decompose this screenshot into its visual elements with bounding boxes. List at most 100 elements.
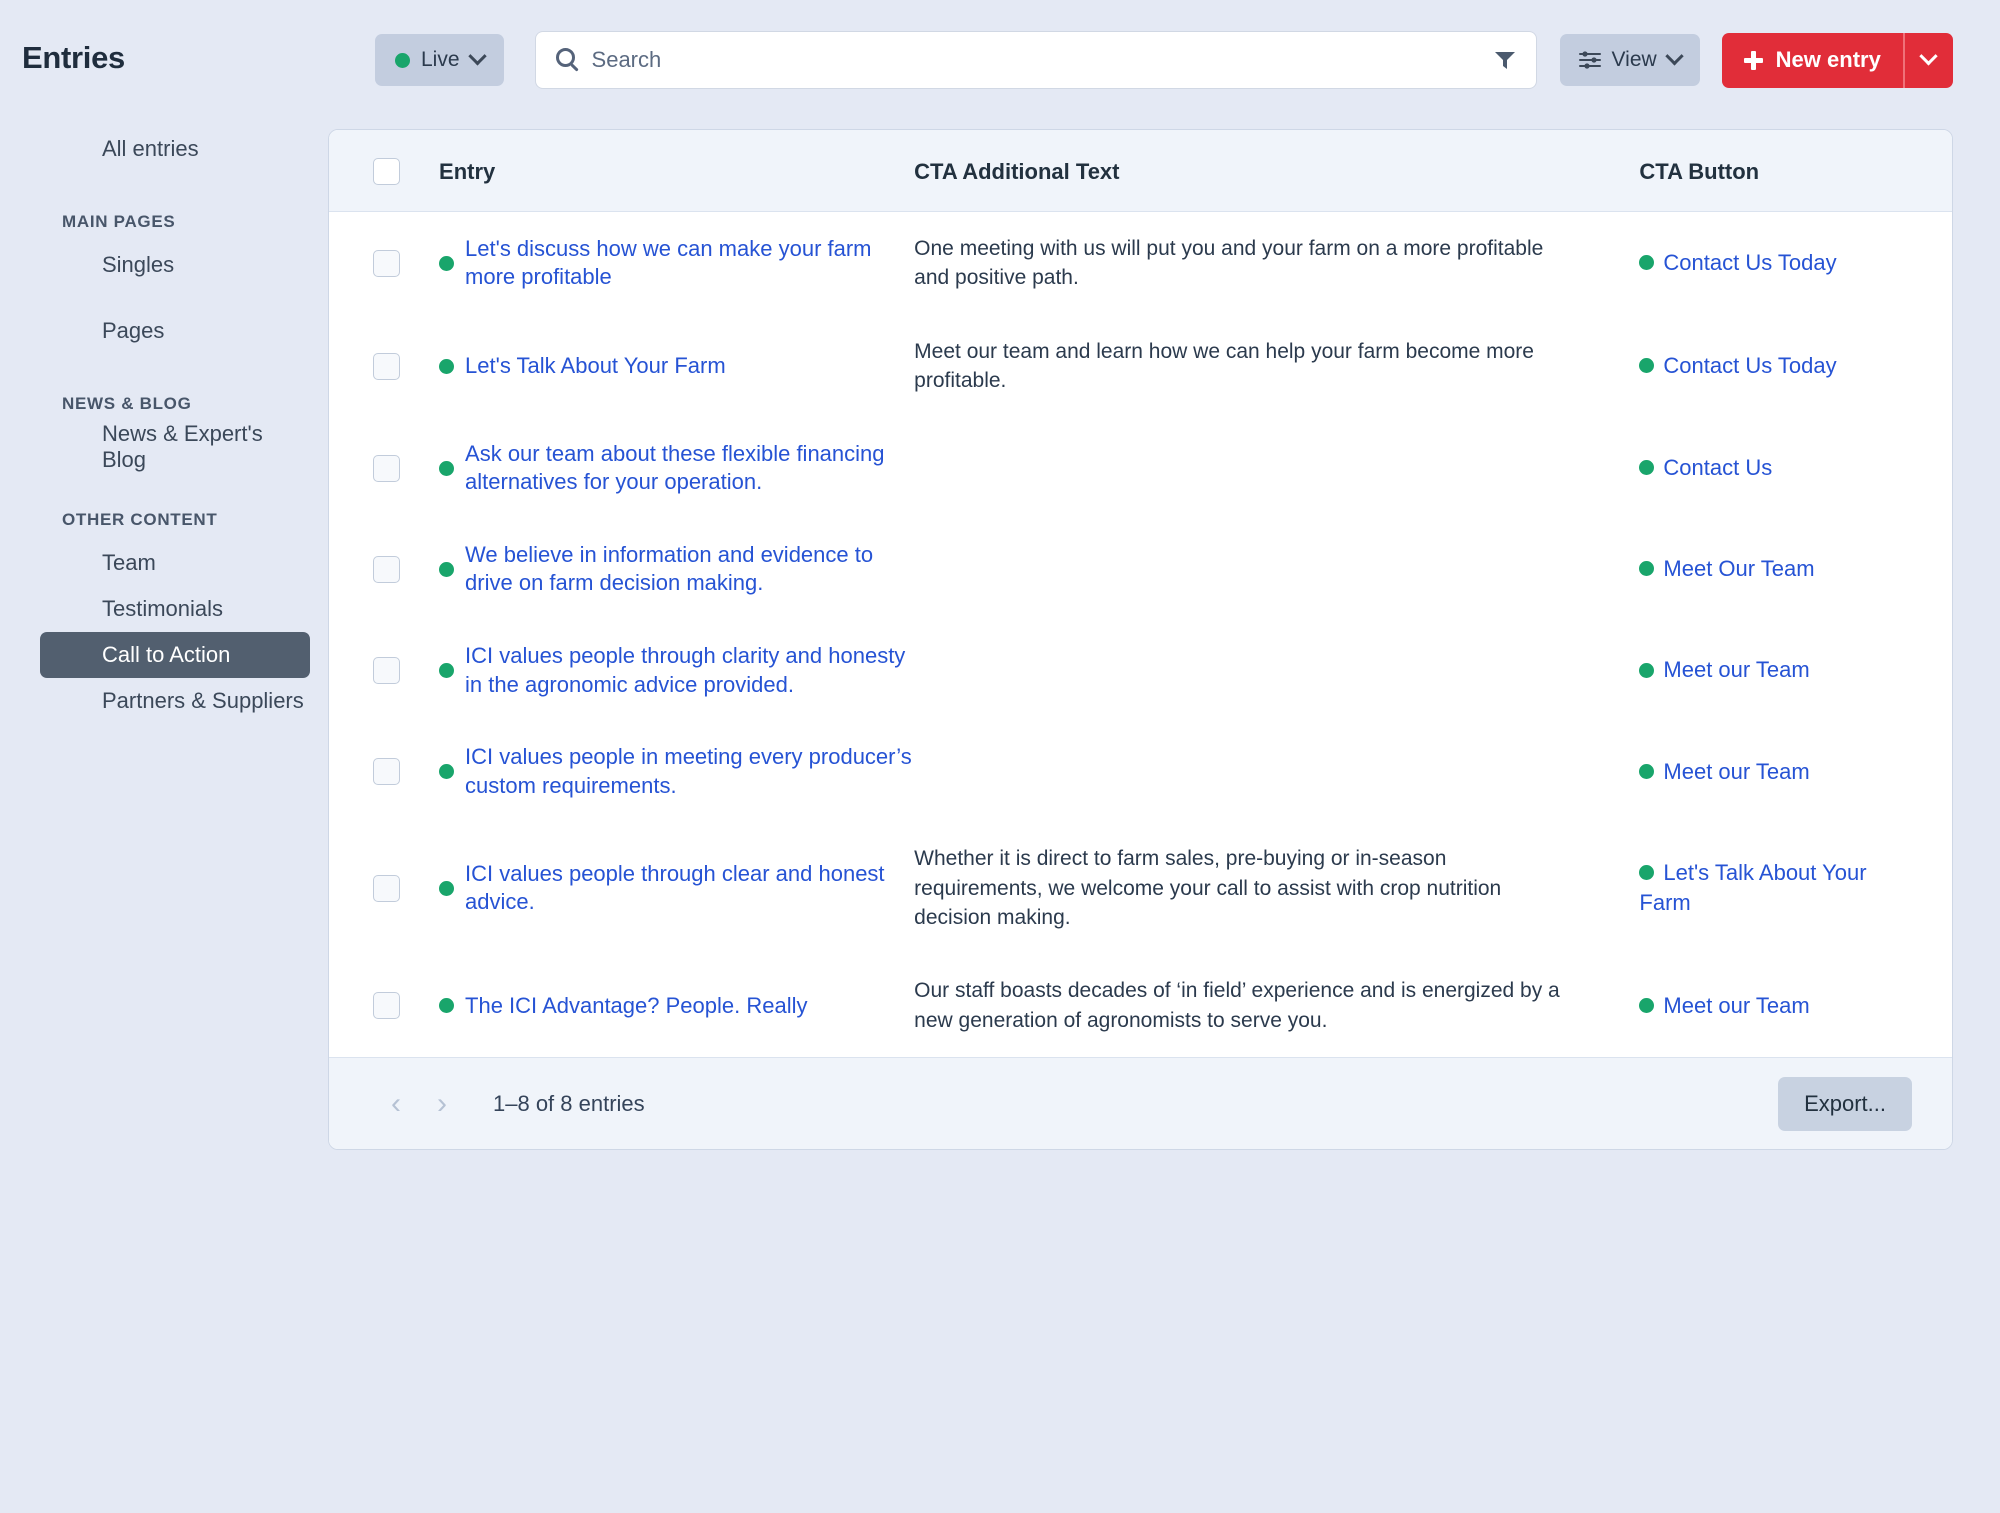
cta-button-label: Let's Talk About Your Farm [1639,860,1867,916]
search-input[interactable] [591,47,1442,73]
export-button[interactable]: Export... [1778,1076,1912,1131]
row-select-cell [329,519,439,620]
sidebar-item-all-entries[interactable]: All entries [40,126,310,172]
table-row: ICI values people through clarity and ho… [329,619,1952,722]
entry-cell: ICI values people through clarity and ho… [439,620,914,721]
new-entry-button-group: New entry [1721,32,1953,88]
entry-title-link[interactable]: ICI values people through clear and hone… [465,860,914,917]
sidebar-item-partners-suppliers[interactable]: Partners & Suppliers [40,678,310,724]
cta-button-cell: Meet our Team [1639,620,1952,721]
column-header-cta-button[interactable]: CTA Button [1639,130,1952,212]
prev-page-button[interactable]: ‹ [373,1087,419,1121]
entry-title-link[interactable]: Ask our team about these flexible financ… [465,440,914,497]
row-checkbox[interactable] [373,454,400,482]
row-checkbox[interactable] [373,758,400,786]
cta-button-link[interactable]: Contact Us Today [1639,353,1837,378]
table-footer: ‹ › 1–8 of 8 entries Export... [329,1057,1952,1150]
row-checkbox[interactable] [373,555,400,583]
cta-button-link[interactable]: Contact Us [1639,455,1772,480]
entry-title-link[interactable]: Let's Talk About Your Farm [465,352,726,381]
entries-table-card: Entry CTA Additional Text CTA Button Let… [328,129,1953,1151]
cta-button-link[interactable]: Meet our Team [1639,758,1810,784]
row-checkbox[interactable] [373,874,400,902]
cta-button-link[interactable]: Meet Our Team [1639,556,1815,581]
chevron-down-icon [467,46,487,65]
view-button[interactable]: View [1559,34,1700,86]
search-icon [555,48,575,67]
cta-button-cell: Meet our Team [1639,721,1952,822]
row-checkbox[interactable] [373,992,400,1020]
table-row: ICI values people in meeting every produ… [329,721,1952,823]
entry-status-dot-icon [439,255,455,271]
row-checkbox[interactable] [373,249,400,277]
row-checkbox[interactable] [373,657,400,685]
cta-additional-text-paragraph: Our staff boasts decades of ‘in field’ e… [914,979,1560,1032]
page-title: Entries [22,40,125,75]
cta-additional-text-paragraph: Whether it is direct to farm sales, pre-… [914,847,1502,930]
entry-title-link[interactable]: Let's discuss how we can make your farm … [465,235,914,292]
cta-additional-text-paragraph: One meeting with us will put you and you… [914,237,1544,290]
sidebar-heading-other-content: OTHER CONTENT [62,510,218,529]
cta-button-link[interactable]: Let's Talk About Your Farm [1639,860,1867,916]
cta-status-dot-icon [1639,460,1655,476]
column-header-cta-additional-text[interactable]: CTA Additional Text [914,130,1640,212]
cta-button-label: Contact Us Today [1663,353,1837,378]
sidebar-item-label: Partners & Suppliers [102,688,304,713]
sidebar-item-testimonials[interactable]: Testimonials [40,586,310,632]
entry-status-dot-icon [439,998,455,1014]
cta-button-cell: Contact Us Today [1639,315,1952,418]
cta-additional-text-cell [914,418,1639,519]
cta-status-dot-icon [1639,997,1655,1013]
chevron-down-icon [1664,46,1684,65]
column-header-entry[interactable]: Entry [439,130,915,212]
table-row: Let's discuss how we can make your farm … [329,211,1952,315]
cta-button-label: Meet our Team [1663,657,1810,683]
entry-status-dot-icon [439,880,455,896]
cta-status-dot-icon [1639,255,1655,271]
cta-additional-text-cell: Whether it is direct to farm sales, pre-… [914,822,1639,954]
select-all-cell [329,130,440,212]
row-select-cell [329,212,439,315]
cta-button-link[interactable]: Meet our Team [1639,657,1810,683]
row-select-cell [329,418,439,519]
row-select-cell [329,721,439,822]
new-entry-dropdown-toggle[interactable] [1902,32,1953,88]
sidebar-item-pages[interactable]: Pages [40,308,310,354]
select-all-checkbox[interactable] [373,158,400,185]
cta-button-label: Contact Us [1663,454,1773,480]
cta-button-cell: Meet Our Team [1639,519,1952,620]
sidebar-item-call-to-action[interactable]: Call to Action [40,632,310,678]
status-filter-label: Live [421,48,460,71]
next-page-button[interactable]: › [419,1087,465,1121]
sidebar-item-singles[interactable]: Singles [40,242,310,288]
sidebar-item-team[interactable]: Team [40,540,310,586]
entry-title-link[interactable]: We believe in information and evidence t… [465,541,914,598]
new-entry-button[interactable]: New entry [1721,32,1903,88]
filter-icon[interactable] [1494,50,1516,70]
cta-button-link[interactable]: Contact Us Today [1639,250,1837,275]
table-row: The ICI Advantage? People. Really Our sta… [329,954,1952,1058]
cta-button-label: Meet our Team [1663,758,1810,784]
sidebar-heading-main-pages: MAIN PAGES [62,212,176,231]
sidebar-item-label: All entries [102,136,199,161]
entry-cell: We believe in information and evidence t… [439,519,914,620]
sidebar-item-news-experts-blog[interactable]: News & Expert's Blog [40,421,310,472]
cta-button-cell: Let's Talk About Your Farm [1639,822,1952,954]
entry-cell: ICI values people in meeting every produ… [439,721,914,822]
entry-title-link[interactable]: ICI values people in meeting every produ… [465,743,914,800]
entry-title-link[interactable]: The ICI Advantage? People. Really [465,992,807,1021]
sidebar-item-label: Singles [102,252,175,277]
cta-additional-text-cell: Meet our team and learn how we can help … [914,315,1639,418]
table-body: Let's discuss how we can make your farm … [329,211,1952,1058]
row-checkbox[interactable] [373,352,400,380]
view-button-label: View [1611,48,1657,71]
entry-title-link[interactable]: ICI values people through clarity and ho… [465,642,914,699]
status-filter-dropdown[interactable]: Live [375,34,504,86]
top-toolbar: Entries Live Search View New entry [0,0,2000,100]
sidebar-item-label: News & Expert's Blog [102,421,263,472]
entry-cell: The ICI Advantage? People. Really [439,954,914,1057]
entry-status-dot-icon [439,358,455,374]
cta-button-cell: Meet our Team [1639,954,1952,1057]
cta-additional-text-cell [914,620,1639,721]
cta-button-link[interactable]: Meet our Team [1639,993,1810,1018]
